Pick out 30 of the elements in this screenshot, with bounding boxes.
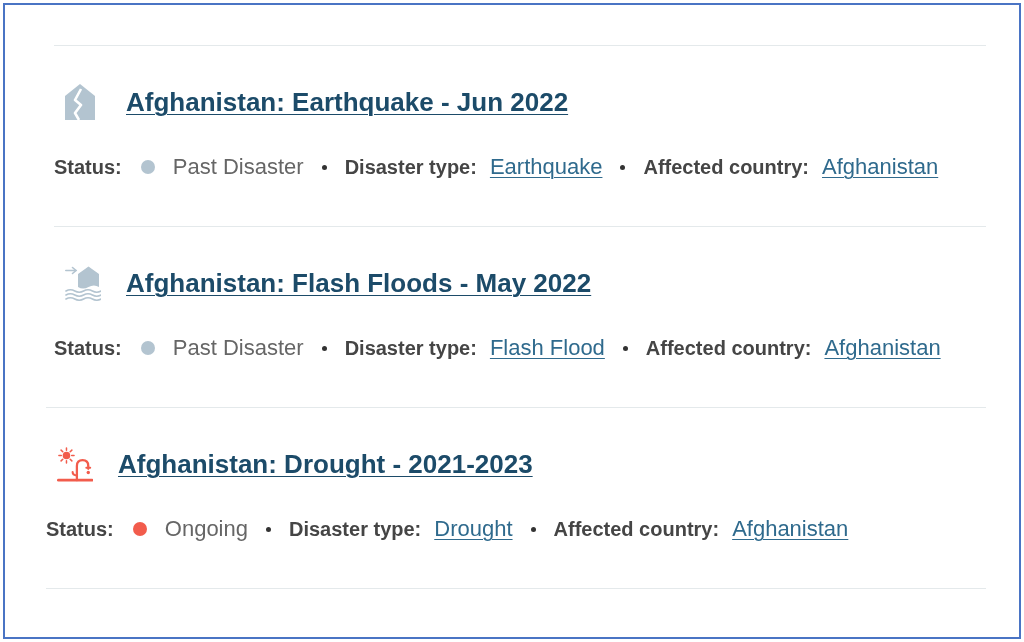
disaster-type-link[interactable]: Earthquake [489,155,603,179]
status-label: Status: [54,155,122,179]
disaster-type-label: Disaster type: [289,517,422,541]
status-value: Past Disaster [172,336,304,360]
disaster-type-label: Disaster type: [344,155,477,179]
affected-country-link[interactable]: Afghanistan [824,336,941,360]
bullet-icon [321,345,327,351]
affected-country-link[interactable]: Afghanistan [822,155,939,179]
status-value: Ongoing [164,517,248,541]
affected-country-label: Affected country: [553,517,720,541]
disaster-title-link[interactable]: Afghanistan: Earthquake - Jun 2022 [126,86,569,118]
affected-country-label: Affected country: [643,155,809,179]
cracked-house-icon [65,84,95,120]
affected-country-label: Affected country: [645,336,812,360]
status-label: Status: [46,517,114,541]
flooded-house-icon [65,265,101,301]
bullet-icon [622,345,628,351]
status-label: Status: [54,336,122,360]
disaster-title-link[interactable]: Afghanistan: Flash Floods - May 2022 [126,267,592,299]
affected-country-link[interactable]: Afghanistan [732,517,849,541]
bullet-icon [530,526,536,532]
disaster-type-label: Disaster type: [344,336,477,360]
disaster-type-link[interactable]: Drought [434,517,513,541]
disaster-type-link[interactable]: Flash Flood [489,336,605,360]
bullet-icon [266,526,271,532]
status-value: Past Disaster [172,155,304,179]
disaster-title-link[interactable]: Afghanistan: Drought - 2021-2023 [118,448,533,480]
sun-and-faucet-icon [57,445,93,483]
bullet-icon [620,164,626,170]
bullet-icon [321,164,327,170]
